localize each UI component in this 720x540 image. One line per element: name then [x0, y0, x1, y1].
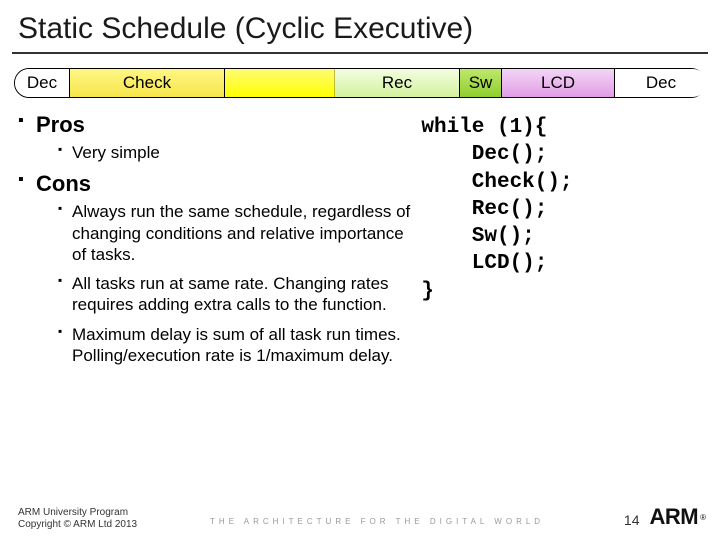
pros-item: Very simple	[36, 142, 415, 163]
timeline-seg-sw: Sw	[460, 69, 502, 97]
cons-item: Always run the same schedule, regardless…	[36, 201, 415, 265]
footer: ARM University Program Copyright © ARM L…	[18, 500, 706, 530]
cons-heading: Cons Always run the same schedule, regar…	[14, 171, 415, 366]
title-rule	[12, 52, 708, 54]
slide-number: 14	[624, 512, 640, 528]
timeline-seg-check: Check	[70, 69, 225, 97]
content-column: Pros Very simple Cons Always run the sam…	[14, 112, 415, 374]
footer-line1: ARM University Program	[18, 507, 137, 519]
timeline-seg-lcd: LCD	[502, 69, 615, 97]
page-title: Static Schedule (Cyclic Executive)	[18, 12, 708, 46]
cons-item: Maximum delay is sum of all task run tim…	[36, 324, 415, 367]
code-column: while (1){ Dec(); Check(); Rec(); Sw(); …	[421, 112, 706, 374]
arm-logo-tm: ®	[700, 513, 706, 522]
timeline-track: Dec Check Rec Sw LCD Dec	[14, 68, 706, 98]
footer-line2: Copyright © ARM Ltd 2013	[18, 519, 137, 531]
arm-logo-text: ARM	[649, 504, 698, 530]
code-block: while (1){ Dec(); Check(); Rec(); Sw(); …	[421, 114, 706, 305]
footer-right: 14 ARM®	[624, 504, 706, 530]
timeline-seg-blank	[225, 69, 335, 97]
timeline-seg-dec: Dec	[15, 69, 70, 97]
body: Pros Very simple Cons Always run the sam…	[12, 112, 708, 374]
slide: Static Schedule (Cyclic Executive) Dec C…	[0, 0, 720, 540]
timeline-seg-rec: Rec	[335, 69, 460, 97]
pros-heading-text: Pros	[36, 112, 85, 137]
arm-logo: ARM®	[649, 504, 706, 530]
timeline: Dec Check Rec Sw LCD Dec	[12, 68, 708, 98]
pros-heading: Pros Very simple	[14, 112, 415, 163]
footer-text: ARM University Program Copyright © ARM L…	[18, 507, 137, 530]
timeline-seg-dec2: Dec	[615, 69, 707, 97]
cons-heading-text: Cons	[36, 171, 91, 196]
cons-item: All tasks run at same rate. Changing rat…	[36, 273, 415, 316]
